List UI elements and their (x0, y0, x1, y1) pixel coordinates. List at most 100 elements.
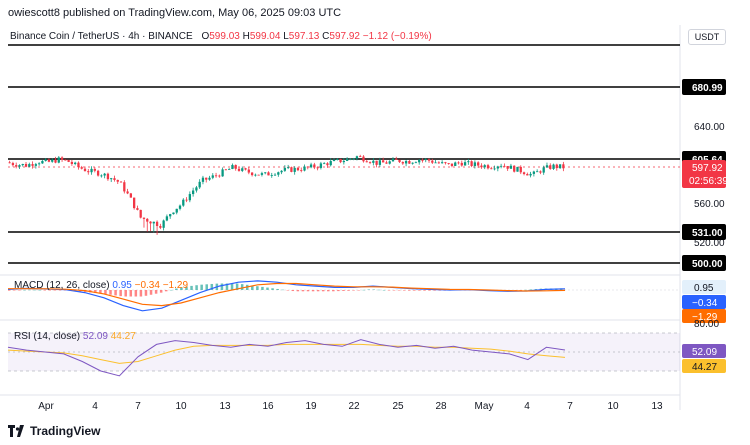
price-tick: 640.00 (694, 122, 725, 133)
candle-body (15, 165, 18, 167)
time-tick: May (475, 401, 494, 412)
candle-body (175, 208, 178, 213)
candle-body (67, 159, 70, 162)
signal-axis-label: −0.34 (692, 298, 718, 309)
candle-body (100, 175, 103, 177)
macd-histogram-bar (387, 290, 391, 291)
macd-histogram-bar (337, 290, 340, 292)
candle-body (214, 175, 218, 177)
macd-histogram-bar (362, 289, 365, 291)
macd-histogram-bar (423, 290, 426, 291)
candle-body (382, 160, 385, 163)
candle-body (270, 175, 273, 176)
time-tick: 10 (607, 401, 619, 412)
macd-histogram-bar (418, 290, 421, 291)
time-tick: 7 (567, 401, 573, 412)
macd-histogram-bar (286, 290, 289, 291)
candle-body (87, 171, 90, 173)
candle-body (519, 166, 522, 173)
candle-body (74, 162, 77, 164)
macd-histogram-bar (357, 290, 360, 291)
candle-body (198, 181, 201, 188)
level-label: 531.00 (692, 228, 723, 239)
candle-body (93, 168, 96, 171)
macd-histogram-bar (256, 286, 259, 290)
candle-body (182, 199, 185, 206)
macd-histogram-bar (271, 288, 274, 290)
candle-body (339, 159, 342, 163)
macd-histogram-bar (281, 289, 284, 291)
macd-histogram-bar (392, 290, 396, 291)
candle-body (444, 162, 447, 164)
candle-body (450, 163, 454, 166)
candle-body (44, 159, 47, 161)
candle-body (159, 225, 162, 228)
candle-body (90, 168, 93, 173)
candle-body (414, 162, 418, 164)
candle-body (529, 173, 532, 176)
candle-body (513, 165, 516, 172)
candle-body (509, 165, 513, 169)
candle-body (522, 172, 526, 175)
macd-histogram-bar (195, 285, 198, 290)
candle-body (195, 187, 198, 191)
time-tick: 16 (262, 401, 274, 412)
candle-body (188, 194, 191, 201)
macd-histogram-bar (342, 290, 345, 291)
candle-body (64, 159, 67, 161)
macd-histogram-bar (327, 290, 330, 292)
candle-body (457, 162, 460, 164)
candle-body (31, 164, 34, 166)
time-tick: 28 (435, 401, 447, 412)
candle-body (542, 167, 545, 173)
current-price-label: 597.92 (692, 163, 723, 174)
candle-body (205, 177, 208, 180)
candle-body (552, 164, 555, 169)
candle-body (545, 165, 549, 168)
candle-body (116, 179, 119, 182)
candle-body (473, 162, 477, 167)
candle-body (267, 172, 270, 176)
macd-histogram-bar (402, 290, 406, 291)
candle-body (296, 167, 300, 171)
tradingview-logo-icon (8, 425, 26, 437)
candle-body (309, 164, 313, 168)
candle-series (8, 154, 565, 235)
macd-histogram-bar (200, 284, 203, 290)
candle-body (467, 161, 470, 163)
candle-body (18, 165, 21, 167)
candle-body (57, 157, 60, 163)
candle-body (536, 171, 539, 173)
macd-histogram-bar (240, 284, 244, 290)
rsi-ma-axis-label: 44.27 (692, 362, 717, 373)
candle-body (401, 162, 404, 164)
macd-histogram-bar (205, 284, 208, 290)
candle-body (224, 169, 228, 171)
candle-body (368, 162, 372, 164)
candle-body (293, 167, 296, 172)
candle-body (96, 170, 100, 176)
macd-histogram-bar (529, 289, 533, 290)
time-tick: 19 (305, 401, 317, 412)
macd-histogram-bar (408, 290, 411, 291)
candle-body (359, 156, 362, 158)
macd-histogram-bar (261, 286, 264, 290)
candle-body (70, 161, 74, 164)
candle-body (60, 157, 64, 160)
candle-body (290, 167, 293, 172)
candle-body (372, 160, 375, 163)
candle-body (218, 175, 221, 177)
level-label: 500.00 (692, 259, 723, 270)
macd-histogram-bar (316, 290, 320, 292)
macd-histogram-bar (276, 288, 279, 290)
candle-body (162, 220, 165, 228)
candle-body (303, 166, 306, 171)
candle-body (234, 164, 237, 169)
macd-histogram-bar (306, 290, 310, 292)
macd-histogram-bar (220, 283, 224, 290)
candle-body (447, 163, 450, 164)
candle-body (241, 168, 244, 171)
candle-body (201, 177, 205, 182)
chart-canvas[interactable]: 640.00 560.00 520.00 680.99 605.64 531.0… (0, 0, 750, 445)
time-tick: 4 (524, 401, 530, 412)
